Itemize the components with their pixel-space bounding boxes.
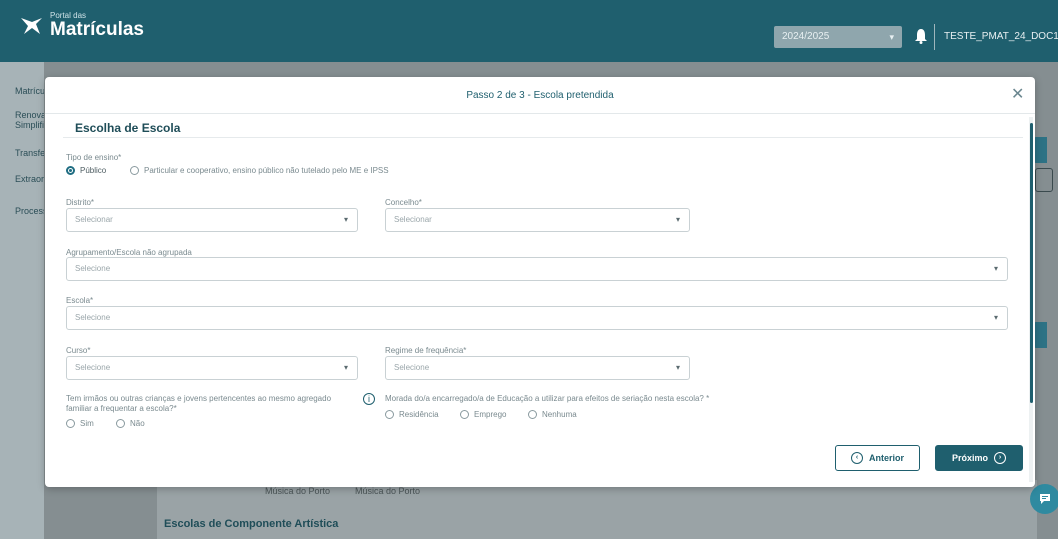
concelho-placeholder: Selecionar xyxy=(394,215,432,224)
curso-placeholder: Selecione xyxy=(75,363,111,372)
radio-nenhuma[interactable]: Nenhuma xyxy=(528,410,577,419)
morada-label: Morada do/a encarregado/a de Educação a … xyxy=(385,394,710,403)
table-cell: Música do Porto xyxy=(355,486,421,496)
section-title: Escolha de Escola xyxy=(75,121,181,135)
logo-icon xyxy=(21,18,42,34)
chevron-down-icon: ▾ xyxy=(343,363,348,372)
app-logo[interactable]: Portal das Matrículas xyxy=(18,12,144,40)
divider xyxy=(934,24,935,50)
tipo-ensino-label: Tipo de ensino* xyxy=(66,153,122,162)
curso-label: Curso* xyxy=(66,346,91,355)
arrow-left-icon: ‹ xyxy=(850,452,863,464)
concelho-label: Concelho* xyxy=(385,198,422,207)
radio-publico[interactable]: Público xyxy=(66,166,106,175)
sidebar-item-simplificado[interactable]: Simplificado xyxy=(15,120,44,130)
scrollbar-thumb[interactable] xyxy=(1030,123,1033,403)
chevron-down-icon: ▾ xyxy=(993,313,998,322)
chevron-down-icon: ▾ xyxy=(993,264,998,273)
background-section-title: Escolas de Componente Artística xyxy=(164,518,339,530)
irmaos-label-cont: familiar a frequentar a escola?* xyxy=(66,404,177,413)
close-icon[interactable]: ✕ xyxy=(1011,84,1024,104)
radio-nao[interactable]: Não xyxy=(116,419,145,428)
chevron-down-icon: ▾ xyxy=(889,32,894,42)
radio-selected-icon xyxy=(66,166,75,175)
divider xyxy=(63,137,1023,138)
radio-label: Nenhuma xyxy=(542,410,577,419)
agrupamento-label: Agrupamento/Escola não agrupada xyxy=(66,248,192,257)
radio-unselected-icon xyxy=(385,410,394,419)
next-button-label: Próximo xyxy=(951,453,988,463)
chat-button[interactable] xyxy=(1030,484,1058,514)
next-button[interactable]: Próximo › xyxy=(935,445,1023,471)
right-rail-tab[interactable] xyxy=(1033,322,1047,348)
concelho-select[interactable]: Selecionar ▾ xyxy=(385,208,690,232)
regime-select[interactable]: Selecione ▾ xyxy=(385,356,690,380)
radio-sim[interactable]: Sim xyxy=(66,419,94,428)
sidebar-item-processos[interactable]: Processos xyxy=(15,206,44,216)
radio-emprego[interactable]: Emprego xyxy=(460,410,506,419)
school-year-select[interactable]: 2024/2025 ▾ xyxy=(774,26,902,48)
radio-label: Particular e cooperativo, ensino público… xyxy=(144,166,389,175)
distrito-placeholder: Selecionar xyxy=(75,215,113,224)
chat-icon xyxy=(1040,494,1050,504)
right-rail-tab[interactable] xyxy=(1033,137,1047,163)
sidebar-item-matriculas[interactable]: Matrículas xyxy=(15,86,44,96)
sidebar-item-extraordinaria[interactable]: Extraordinária xyxy=(15,174,44,184)
regime-label: Regime de frequência* xyxy=(385,346,467,355)
arrow-right-icon: › xyxy=(994,452,1006,464)
sidebar: Matrículas Renovação Simplificado Transf… xyxy=(0,62,45,539)
sidebar-item-transferencia[interactable]: Transferência xyxy=(15,148,44,158)
radio-unselected-icon xyxy=(116,419,125,428)
chevron-down-icon: ▾ xyxy=(343,215,348,224)
radio-label: Sim xyxy=(80,419,94,428)
curso-select[interactable]: Selecione ▾ xyxy=(66,356,358,380)
modal-title: Passo 2 de 3 - Escola pretendida xyxy=(466,90,614,101)
sidebar-item-renovacao[interactable]: Renovação xyxy=(15,110,44,120)
radio-unselected-icon xyxy=(460,410,469,419)
previous-button-label: Anterior xyxy=(868,453,904,463)
radio-residencia[interactable]: Residência xyxy=(385,410,439,419)
info-icon[interactable]: i xyxy=(363,393,375,405)
previous-button[interactable]: ‹ Anterior xyxy=(835,445,920,471)
radio-unselected-icon xyxy=(66,419,75,428)
user-name[interactable]: TESTE_PMAT_24_DOC1 xyxy=(944,31,1058,42)
radio-label: Não xyxy=(130,419,145,428)
school-year-value: 2024/2025 xyxy=(782,31,830,42)
radio-label: Emprego xyxy=(474,410,507,419)
radio-label: Residência xyxy=(399,410,439,419)
school-choice-modal: Passo 2 de 3 - Escola pretendida ✕ Escol… xyxy=(45,77,1035,487)
radio-label: Público xyxy=(80,166,107,175)
distrito-select[interactable]: Selecionar ▾ xyxy=(66,208,358,232)
notification-bell-icon[interactable] xyxy=(914,28,928,44)
escola-placeholder: Selecione xyxy=(75,313,111,322)
chevron-down-icon: ▾ xyxy=(675,215,680,224)
irmaos-label: Tem irmãos ou outras crianças e jovens p… xyxy=(66,394,332,403)
escola-label: Escola* xyxy=(66,296,94,305)
distrito-label: Distrito* xyxy=(66,198,95,207)
divider xyxy=(45,113,1035,114)
top-bar: Portal das Matrículas 2024/2025 ▾ TESTE_… xyxy=(0,0,1058,62)
logo-title: Matrículas xyxy=(50,19,144,40)
radio-particular[interactable]: Particular e cooperativo, ensino público… xyxy=(130,166,389,175)
agrupamento-select[interactable]: Selecione ▾ xyxy=(66,257,1008,281)
right-rail-box[interactable] xyxy=(1035,168,1053,192)
chevron-down-icon: ▾ xyxy=(675,363,680,372)
regime-placeholder: Selecione xyxy=(394,363,430,372)
escola-select[interactable]: Selecione ▾ xyxy=(66,306,1008,330)
agrupamento-placeholder: Selecione xyxy=(75,264,111,273)
radio-unselected-icon xyxy=(130,166,139,175)
radio-unselected-icon xyxy=(528,410,537,419)
table-cell: Música do Porto xyxy=(265,486,331,496)
